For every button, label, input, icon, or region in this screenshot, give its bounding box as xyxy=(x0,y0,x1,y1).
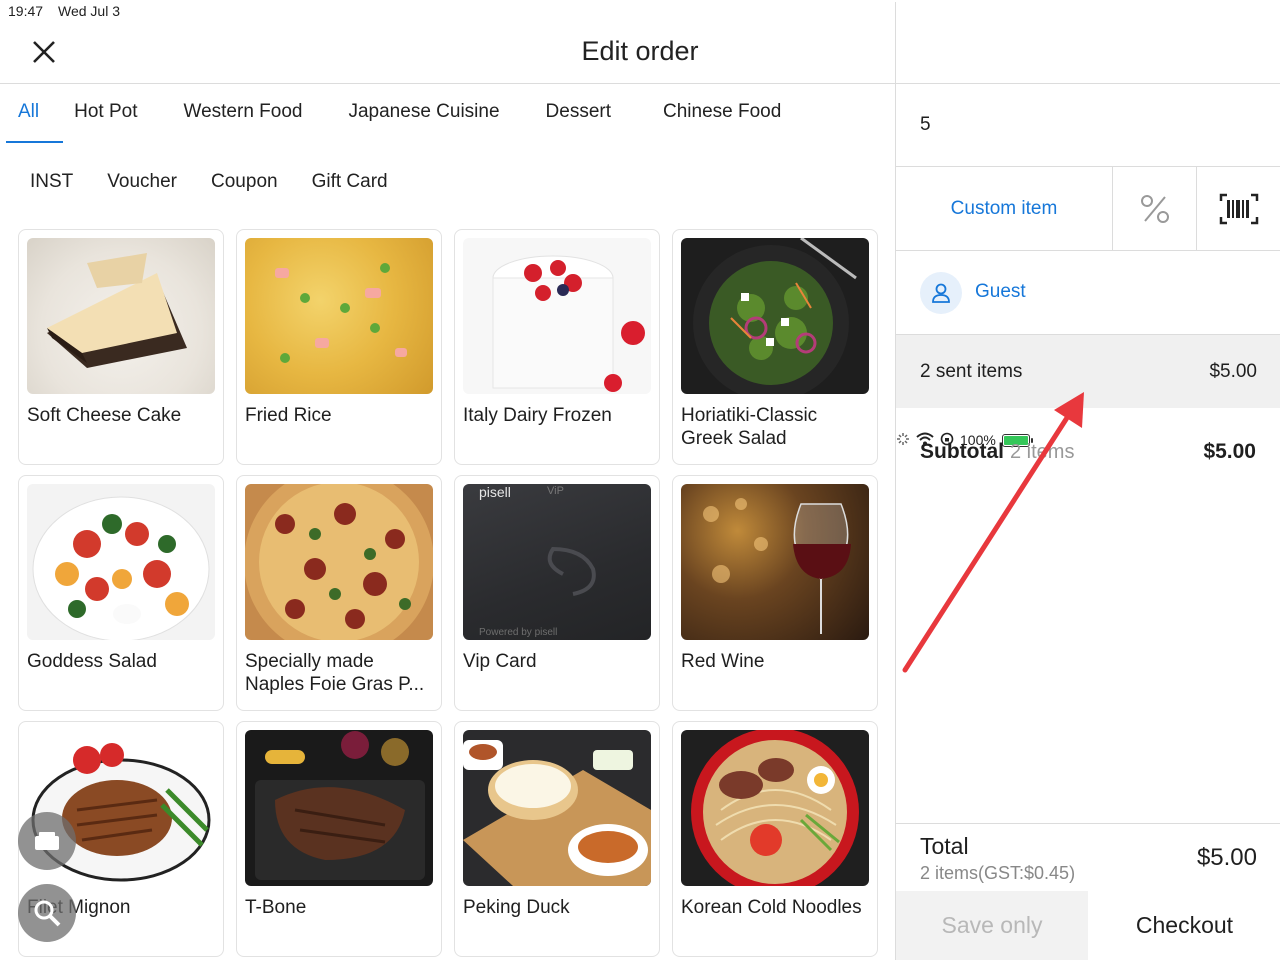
product-name: Vip Card xyxy=(463,651,537,672)
checkout-button[interactable]: Checkout xyxy=(1088,891,1280,960)
product-image xyxy=(245,484,433,640)
product-image xyxy=(463,238,651,394)
sent-items-row[interactable]: 2 sent items $5.00 xyxy=(896,335,1280,408)
product-card[interactable]: Specially made Naples Foie Gras P... xyxy=(236,475,442,711)
product-name: Korean Cold Noodles xyxy=(681,897,862,918)
subtotal-value: $5.00 xyxy=(1203,440,1256,463)
product-name: Fried Rice xyxy=(245,405,332,426)
tab-hot-pot[interactable]: Hot Pot xyxy=(74,101,137,123)
action-buttons: Save only Checkout xyxy=(896,891,1280,960)
user-icon xyxy=(932,283,950,303)
status-bar: 19:47 Wed Jul 3 100% xyxy=(0,0,1280,878)
product-image xyxy=(681,484,869,640)
product-card[interactable]: T-Bone xyxy=(236,721,442,957)
total-area: Total 2 items(GST:$0.45) $5.00 xyxy=(896,823,1280,891)
tab-gift-card[interactable]: Gift Card xyxy=(312,171,388,193)
product-card[interactable]: Korean Cold Noodles xyxy=(672,721,878,957)
total-value: $5.00 xyxy=(1196,844,1257,871)
order-toolbar: Custom item xyxy=(896,166,1280,251)
product-name: Goddess Salad xyxy=(27,651,157,672)
product-card[interactable]: Goddess Salad xyxy=(18,475,224,711)
search-button[interactable] xyxy=(18,884,76,942)
tab-western-food[interactable]: Western Food xyxy=(184,101,303,123)
tab-dessert[interactable]: Dessert xyxy=(546,101,611,123)
order-panel: 5 Custom item Guest 2 sent items $5.00 S… xyxy=(895,84,1280,960)
product-name: Italy Dairy Frozen xyxy=(463,405,612,426)
product-name: Horiatiki-Classic Greek Salad xyxy=(681,405,818,449)
tab-voucher[interactable]: Voucher xyxy=(107,171,177,193)
product-card[interactable]: Fried Rice xyxy=(236,229,442,465)
tab-inst[interactable]: INST xyxy=(30,171,73,193)
status-time: 19:47 xyxy=(8,3,44,19)
cash-drawer-icon xyxy=(35,832,59,850)
custom-item-button[interactable]: Custom item xyxy=(896,167,1113,250)
barcode-icon xyxy=(1219,193,1259,224)
avatar xyxy=(920,272,962,314)
product-image xyxy=(27,484,215,640)
percent-icon xyxy=(1140,194,1169,223)
product-name: T-Bone xyxy=(245,897,307,918)
product-grid: Soft Cheese Cake Fried Rice Italy Dairy … xyxy=(18,229,878,957)
guest-selector[interactable]: Guest xyxy=(896,251,1280,335)
barcode-scan-button[interactable] xyxy=(1197,167,1280,250)
product-card[interactable]: Horiatiki-Classic Greek Salad xyxy=(672,229,878,465)
guest-label: Guest xyxy=(975,281,1026,302)
product-card[interactable]: Red Wine xyxy=(672,475,878,711)
header: Edit order xyxy=(0,22,1280,84)
subtotal-label: Subtotal xyxy=(920,440,1004,463)
save-only-button[interactable]: Save only xyxy=(896,891,1088,960)
subtotal-count: 2 items xyxy=(1010,441,1075,463)
discount-button[interactable] xyxy=(1113,167,1197,250)
cash-drawer-button[interactable] xyxy=(18,812,76,870)
page-title: Edit order xyxy=(581,36,699,66)
product-name: Peking Duck xyxy=(463,897,570,918)
product-image xyxy=(27,238,215,394)
sent-items-label: 2 sent items xyxy=(920,361,1023,382)
product-name: Soft Cheese Cake xyxy=(27,405,182,426)
product-image xyxy=(681,730,869,886)
product-card[interactable]: pisell ViP Powered by pisell Vip Card xyxy=(454,475,660,711)
product-area: All Hot Pot Western Food Japanese Cuisin… xyxy=(0,84,895,960)
order-number: 5 xyxy=(920,114,931,135)
product-card[interactable]: Soft Cheese Cake xyxy=(18,229,224,465)
tab-chinese-food[interactable]: Chinese Food xyxy=(663,101,781,123)
product-name: Specially made Naples Foie Gras P... xyxy=(245,651,425,695)
category-tabs-row-2: INST Voucher Coupon Gift Card xyxy=(18,171,422,193)
product-image xyxy=(463,730,651,886)
product-image: pisell ViP Powered by pisell xyxy=(463,484,651,640)
search-icon xyxy=(34,900,61,927)
status-date: Wed Jul 3 xyxy=(58,3,120,19)
product-card[interactable]: Italy Dairy Frozen xyxy=(454,229,660,465)
product-image xyxy=(245,730,433,886)
product-card[interactable]: Peking Duck xyxy=(454,721,660,957)
tab-japanese-cuisine[interactable]: Japanese Cuisine xyxy=(348,101,499,123)
product-name: Red Wine xyxy=(681,651,765,672)
tab-coupon[interactable]: Coupon xyxy=(211,171,278,193)
tab-all[interactable]: All xyxy=(5,101,64,143)
card-footer: Powered by pisell xyxy=(479,627,558,638)
category-tabs-row-1: All Hot Pot Western Food Japanese Cuisin… xyxy=(5,101,827,143)
product-image xyxy=(681,238,869,394)
total-breakdown: 2 items(GST:$0.45) xyxy=(920,863,1076,883)
product-image xyxy=(245,238,433,394)
total-label: Total xyxy=(920,833,969,859)
sent-items-value: $5.00 xyxy=(1209,361,1257,382)
